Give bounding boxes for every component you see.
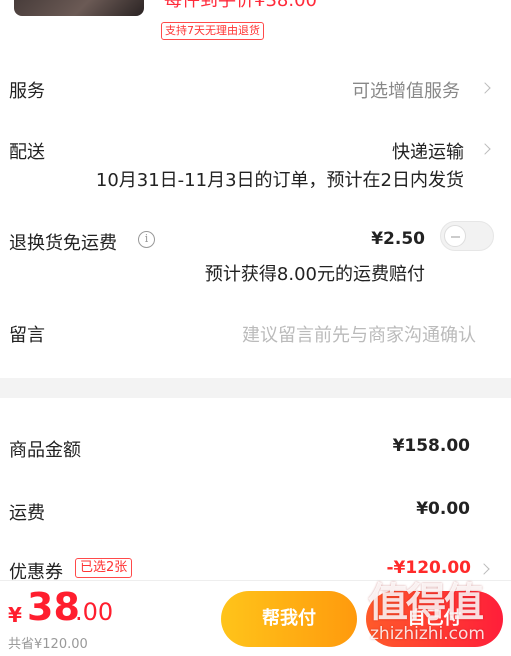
message-input[interactable]: 建议留言前先与商家沟通确认 — [242, 321, 476, 347]
service-value: 可选增值服务 — [352, 81, 460, 102]
chevron-right-icon — [479, 143, 491, 155]
service-row[interactable]: 服务 可选增值服务 — [0, 68, 511, 108]
goods-amount-value: ¥158.00 — [392, 436, 470, 456]
return-policy-badge: 支持7天无理由退货 — [161, 22, 264, 40]
delivery-label: 配送 — [9, 142, 45, 163]
coupon-count-badge: 已选2张 — [75, 558, 133, 578]
message-label: 留言 — [9, 325, 45, 346]
delivery-note: 10月31日-11月3日的订单，预计在2日内发货 — [95, 170, 464, 191]
saved-amount: 共省¥120.00 — [8, 637, 88, 652]
self-pay-button[interactable]: 自己付 — [366, 591, 503, 647]
total-price-int: 38 — [27, 585, 80, 629]
delivery-row[interactable]: 配送 快递运输 — [0, 130, 511, 170]
return-insurance-price: ¥2.50 — [371, 229, 425, 249]
return-insurance-toggle[interactable] — [440, 221, 494, 251]
currency-symbol: ¥ — [8, 603, 22, 627]
product-thumbnail — [14, 0, 144, 16]
goods-amount-label: 商品金额 — [9, 440, 81, 461]
coupon-value: -¥120.00 — [386, 558, 472, 578]
service-label: 服务 — [9, 81, 45, 102]
help-pay-button[interactable]: 帮我付 — [221, 591, 357, 647]
chevron-right-icon — [478, 563, 490, 575]
return-insurance-note: 预计获得8.00元的运费赔付 — [204, 264, 425, 285]
toggle-knob — [444, 225, 466, 247]
shipping-label: 运费 — [9, 503, 45, 524]
unit-final-price: 每件到手价¥38.00 — [164, 0, 317, 11]
total-price-dec: .00 — [75, 598, 114, 626]
return-insurance-label: 退换货免运费 — [9, 233, 117, 254]
shipping-value: ¥0.00 — [416, 499, 470, 519]
info-icon[interactable]: i — [138, 231, 155, 248]
section-divider — [0, 378, 511, 398]
chevron-right-icon — [479, 82, 491, 94]
delivery-value: 快递运输 — [392, 142, 464, 163]
